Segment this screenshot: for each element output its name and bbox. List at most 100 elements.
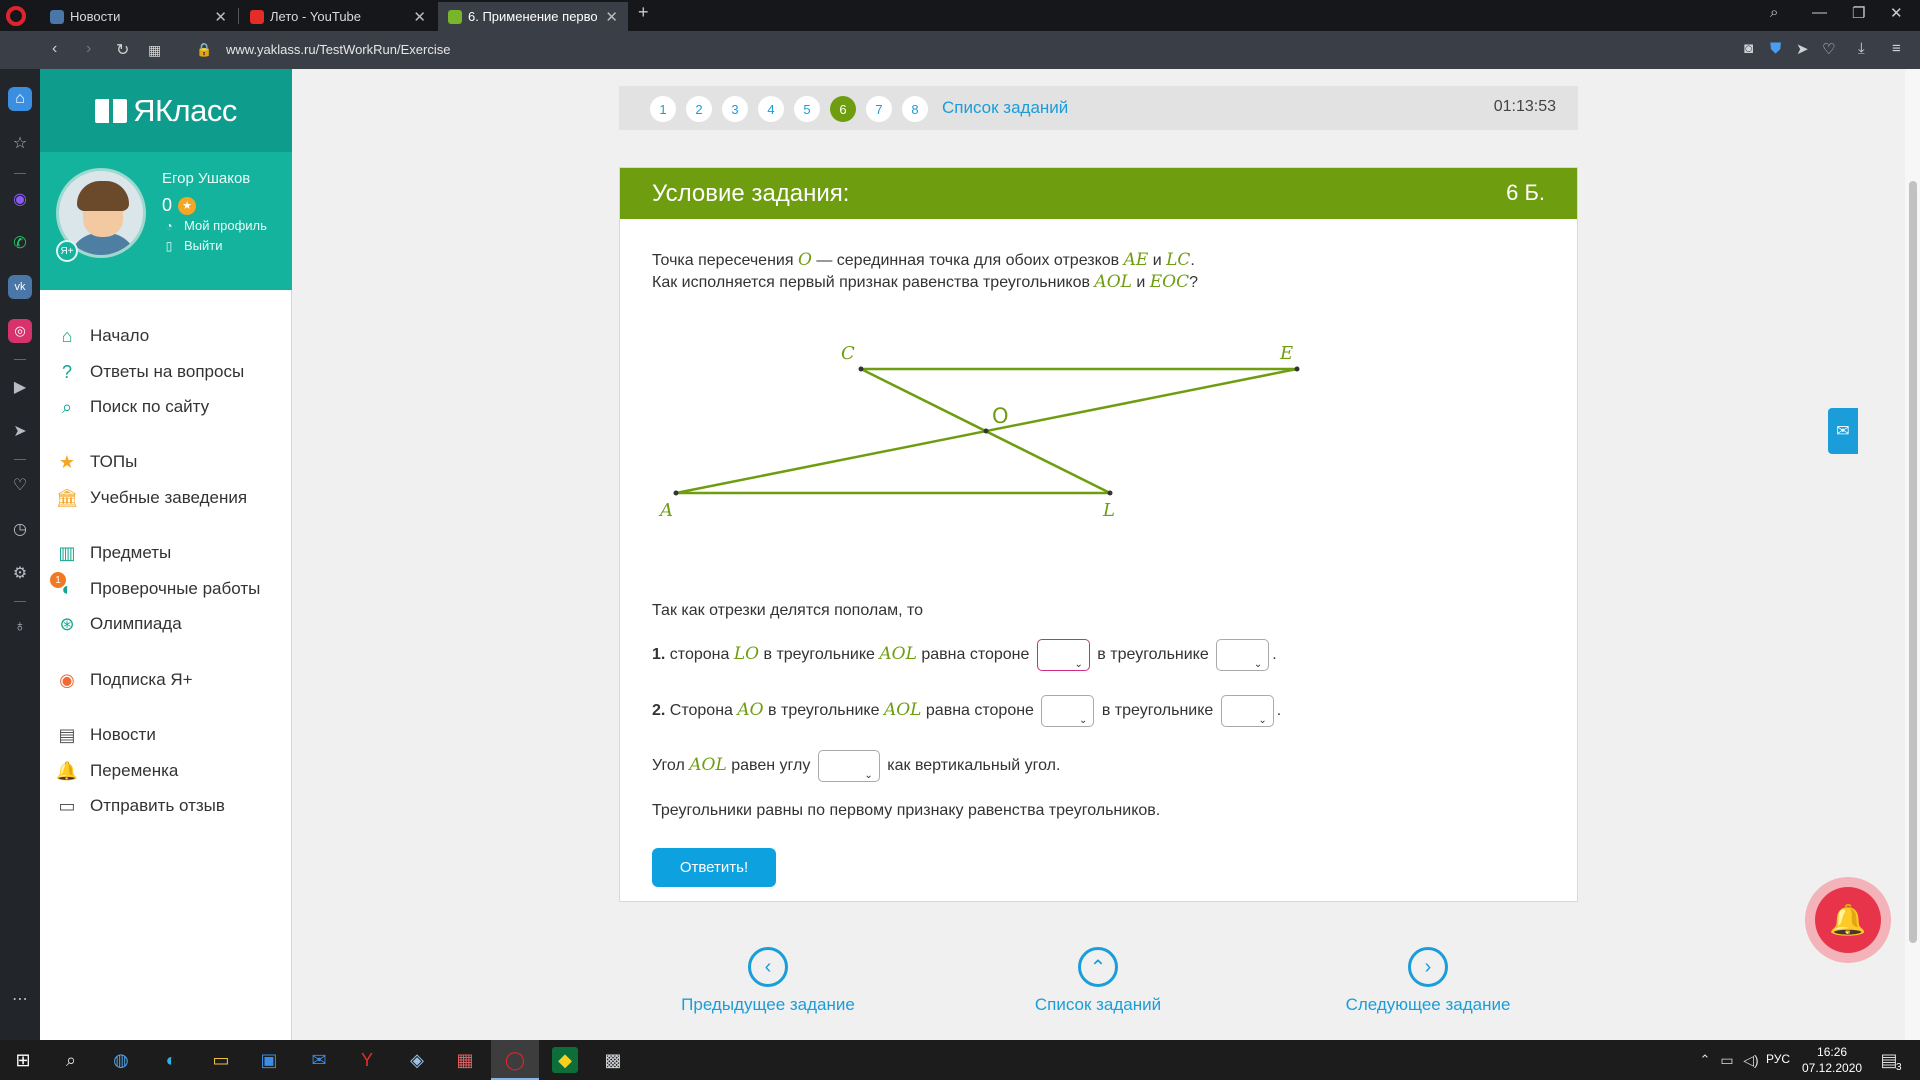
- task-number[interactable]: 1: [650, 96, 676, 122]
- task-number[interactable]: 3: [722, 96, 748, 122]
- close-tab-icon[interactable]: ✕: [413, 8, 426, 26]
- side-select-2[interactable]: ⌄: [1041, 694, 1095, 727]
- side-select-1[interactable]: ⌄: [1036, 638, 1090, 671]
- task-number[interactable]: 2: [686, 96, 712, 122]
- more-dots-icon[interactable]: ⋯: [8, 987, 32, 1011]
- task-list-link[interactable]: Список заданий: [942, 98, 1068, 118]
- shield-icon[interactable]: ⛊: [1770, 40, 1781, 57]
- language-indicator[interactable]: РУС: [1766, 1052, 1790, 1066]
- menu-item-subscription[interactable]: ◉ Подписка Я+: [56, 668, 192, 692]
- notification-bell-button[interactable]: 🔔: [1805, 877, 1891, 963]
- folder-icon[interactable]: ▭: [208, 1047, 234, 1073]
- messenger-icon[interactable]: ◉: [8, 187, 32, 211]
- windows-start-icon[interactable]: ⊞: [10, 1047, 36, 1073]
- tab-exercise[interactable]: 6. Применение первого п ✕: [438, 2, 628, 31]
- heart-icon[interactable]: ♡: [1822, 40, 1835, 58]
- network-icon[interactable]: ▭: [1714, 1047, 1740, 1073]
- bookmarks-icon[interactable]: ☆: [8, 131, 32, 155]
- settings-gear-icon[interactable]: ⚙: [8, 561, 32, 585]
- menu-lines-icon[interactable]: ≡: [1892, 40, 1901, 57]
- forward-icon[interactable]: ›: [86, 40, 91, 58]
- site-logo[interactable]: ЯКласс: [40, 69, 292, 152]
- minimize-icon[interactable]: —: [1812, 4, 1827, 21]
- profile-link[interactable]: ◔ Мой профиль: [162, 218, 267, 233]
- menu-item-home[interactable]: ⌂ Начало: [56, 324, 150, 348]
- url-field[interactable]: www.yaklass.ru/TestWorkRun/Exercise: [226, 42, 450, 57]
- tests-count-badge: 1: [50, 572, 66, 588]
- whatsapp-icon[interactable]: ✆: [8, 231, 32, 255]
- logout-link[interactable]: ▯ Выйти: [162, 238, 223, 253]
- volume-icon[interactable]: ◁): [1738, 1047, 1764, 1073]
- app-icon[interactable]: ◍: [108, 1047, 134, 1073]
- opera-icon[interactable]: ◯: [502, 1047, 528, 1073]
- books-icon: ▥: [58, 542, 76, 563]
- menu-item-tops[interactable]: ★ ТОПы: [56, 450, 137, 474]
- maximize-icon[interactable]: ❐: [1852, 4, 1865, 22]
- edge-icon[interactable]: ◐: [158, 1047, 184, 1073]
- download-icon[interactable]: ⤓: [1858, 40, 1865, 57]
- answer-button[interactable]: Ответить!: [652, 848, 776, 887]
- menu-item-answers[interactable]: ? Ответы на вопросы: [56, 360, 244, 384]
- task-number[interactable]: 8: [902, 96, 928, 122]
- menu-item-search[interactable]: ⌕ Поиск по сайту: [56, 395, 209, 419]
- next-task-link[interactable]: › Следующее задание: [1318, 947, 1538, 1015]
- minecraft-icon[interactable]: ◆: [552, 1047, 578, 1073]
- triangle-select-2[interactable]: ⌄: [1220, 694, 1274, 727]
- checklist-icon: ◐ 1: [50, 572, 78, 600]
- menu-item-news[interactable]: ▤ Новости: [56, 723, 155, 747]
- home-speed-dial-icon[interactable]: ⌂: [8, 87, 32, 111]
- lightbulb-icon[interactable]: ♁: [8, 615, 32, 639]
- user-icon: ◔: [165, 218, 173, 233]
- home-icon: ⌂: [61, 325, 73, 346]
- task-list-bottom-link[interactable]: ⌃ Список заданий: [988, 947, 1208, 1015]
- send-icon[interactable]: ➤: [1796, 40, 1809, 58]
- menu-item-olympiad[interactable]: ⊛ Олимпиада: [56, 612, 181, 636]
- new-tab-icon[interactable]: +: [638, 2, 649, 23]
- photos-icon[interactable]: ▩: [600, 1047, 626, 1073]
- store-icon[interactable]: ▣: [256, 1047, 282, 1073]
- yandex-browser-icon[interactable]: Y: [354, 1047, 380, 1073]
- task-number[interactable]: 4: [758, 96, 784, 122]
- vk-icon[interactable]: vk: [8, 275, 32, 299]
- menu-item-tests[interactable]: ◐ 1 Проверочные работы: [50, 572, 260, 601]
- menu-item-schools[interactable]: 🏛 Учебные заведения: [56, 486, 248, 510]
- favorites-heart-icon[interactable]: ♡: [8, 473, 32, 497]
- task-number[interactable]: 7: [866, 96, 892, 122]
- menu-item-label: Поиск по сайту: [90, 397, 210, 416]
- notes-icon[interactable]: ◈: [404, 1047, 430, 1073]
- mail-icon[interactable]: ✉: [306, 1047, 332, 1073]
- tabs-grid-icon[interactable]: ▦: [148, 42, 161, 59]
- clock[interactable]: 16:26 07.12.2020: [1802, 1044, 1862, 1076]
- task-number[interactable]: 5: [794, 96, 820, 122]
- task-number-current[interactable]: 6: [830, 96, 856, 122]
- search-icon[interactable]: ⌕: [58, 1047, 84, 1073]
- scrollbar-thumb[interactable]: [1909, 181, 1917, 943]
- sidebar-separator: [14, 359, 26, 360]
- back-icon[interactable]: ‹: [52, 40, 57, 58]
- prev-task-link[interactable]: ‹ Предыдущее задание: [658, 947, 878, 1015]
- close-tab-icon[interactable]: ✕: [214, 8, 227, 26]
- page-scrollbar[interactable]: [1905, 69, 1920, 1040]
- flow-send-icon[interactable]: ➤: [8, 419, 32, 443]
- game-icon[interactable]: ▦: [452, 1047, 478, 1073]
- opera-logo-icon[interactable]: [6, 6, 26, 26]
- instagram-icon[interactable]: ◎: [8, 319, 32, 343]
- menu-item-subjects[interactable]: ▥ Предметы: [56, 541, 171, 565]
- angle-select[interactable]: ⌄: [817, 749, 880, 782]
- menu-item-feedback[interactable]: ▭ Отправить отзыв: [56, 794, 224, 818]
- history-icon[interactable]: ◷: [8, 517, 32, 541]
- label-l: L: [1102, 500, 1115, 521]
- tab-youtube[interactable]: Лето - YouTube ✕: [240, 2, 436, 31]
- menu-item-break[interactable]: 🔔 Переменка: [56, 759, 179, 783]
- close-tab-icon[interactable]: ✕: [605, 8, 618, 26]
- reload-icon[interactable]: ↻: [116, 40, 129, 60]
- close-window-icon[interactable]: ✕: [1890, 4, 1903, 22]
- math-symbol: LO: [733, 644, 760, 664]
- mail-feedback-icon[interactable]: ✉: [1828, 408, 1858, 454]
- menu-item-label: Переменка: [90, 761, 179, 780]
- tab-news[interactable]: Новости ✕: [40, 2, 237, 31]
- search-tabs-icon[interactable]: ⌕: [1770, 4, 1778, 21]
- camera-icon[interactable]: ◙: [1744, 40, 1753, 57]
- triangle-select-1[interactable]: ⌄: [1216, 638, 1270, 671]
- player-icon[interactable]: ▶: [8, 375, 32, 399]
